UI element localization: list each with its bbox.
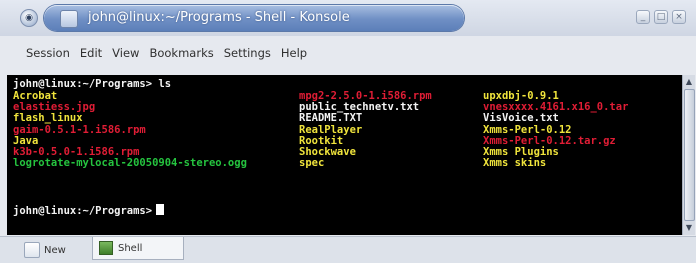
maximize-icon[interactable]: □ (654, 10, 668, 24)
window-title: john@linux:~/Programs - Shell - Konsole (88, 10, 350, 25)
new-tab-icon (24, 242, 40, 258)
final-prompt-line: john@linux:~/Programs> (13, 204, 165, 218)
minimize-icon[interactable]: _ (636, 10, 650, 24)
shell-icon (99, 241, 113, 255)
new-tab-label: New (44, 244, 66, 256)
scroll-up-icon[interactable]: ▲ (684, 77, 694, 87)
menu-settings[interactable]: Settings (224, 41, 271, 65)
ls-entry: spec (299, 157, 325, 170)
scroll-down-icon[interactable]: ▼ (684, 223, 694, 233)
menu-session[interactable]: Session (26, 41, 70, 65)
terminal-output[interactable]: john@linux:~/Programs> ls Acrobat elastie… (7, 75, 682, 235)
prompt-line: john@linux:~/Programs> ls (13, 78, 172, 90)
konsole-window: ◉ john@linux:~/Programs - Shell - Konsol… (0, 0, 696, 263)
menu-bar: Session Edit View Bookmarks Settings Hel… (0, 41, 696, 65)
menu-view[interactable]: View (112, 41, 139, 65)
new-tab-button[interactable]: New (24, 240, 66, 260)
tab-shell[interactable]: Shell (92, 237, 184, 260)
title-bar[interactable]: ◉ john@linux:~/Programs - Shell - Konsol… (0, 0, 696, 36)
tab-bar: New Shell (0, 236, 696, 263)
close-icon[interactable]: × (672, 10, 686, 24)
ls-entry: Xmms skins (483, 157, 547, 170)
menu-edit[interactable]: Edit (80, 41, 102, 65)
menu-bookmarks[interactable]: Bookmarks (149, 41, 213, 65)
konsole-icon (60, 10, 78, 28)
menu-help[interactable]: Help (281, 41, 307, 65)
window-menu-icon[interactable]: ◉ (20, 9, 38, 27)
ls-entry: logrotate-mylocal-20050904-stereo.ogg (13, 157, 247, 170)
window-buttons: _ □ × (636, 10, 686, 24)
tab-shell-label: Shell (118, 242, 143, 254)
scroll-thumb[interactable] (684, 89, 695, 221)
final-prompt: john@linux:~/Programs> (13, 205, 153, 217)
title-pill[interactable]: john@linux:~/Programs - Shell - Konsole (44, 5, 464, 31)
text-cursor (156, 204, 165, 215)
terminal-scrollbar[interactable]: ▲ ▼ (682, 75, 695, 235)
